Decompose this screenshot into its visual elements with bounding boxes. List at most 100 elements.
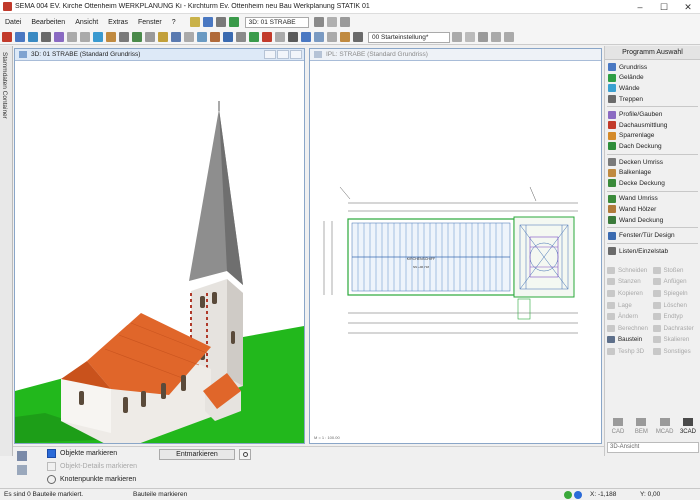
export-icon[interactable]	[196, 32, 207, 42]
program-dach-deckung[interactable]: Dach Deckung	[605, 141, 700, 152]
ruler-icon[interactable]	[118, 32, 129, 42]
stop-icon[interactable]	[261, 32, 272, 42]
cascade-icon[interactable]	[340, 17, 351, 27]
maximize-button[interactable]: ☐	[652, 0, 676, 14]
plan-window[interactable]: IPL: STRABE (Standard Grundriss) KIRCHEN…	[309, 48, 602, 444]
measure-icon[interactable]	[105, 32, 116, 42]
redo-icon[interactable]	[503, 32, 514, 42]
program-decke-deckung[interactable]: Decke Deckung	[605, 178, 700, 189]
menu-ansicht[interactable]: Ansicht	[70, 19, 103, 26]
copy-icon[interactable]	[464, 32, 475, 42]
tool-schneiden[interactable]: Schneiden	[607, 265, 653, 277]
program-wand-deckung[interactable]: Wand Deckung	[605, 215, 700, 226]
menu-datei[interactable]: Datei	[0, 19, 26, 26]
tool-skalieren[interactable]: Skalieren	[652, 334, 699, 346]
grid-icon[interactable]	[190, 17, 201, 27]
program-wand-hölzer[interactable]: Wand Hölzer	[605, 204, 700, 215]
stammdaten-label[interactable]: Stammdaten Container	[1, 52, 8, 119]
view3d-titlebar[interactable]: 3D: 01 STRABE (Standard Grundriss)	[15, 49, 304, 61]
eye-status-icon[interactable]	[574, 491, 582, 499]
menu-bearbeiten[interactable]: Bearbeiten	[26, 19, 70, 26]
print-icon[interactable]	[183, 32, 194, 42]
props-panel-icon[interactable]	[17, 465, 27, 475]
unmark-button[interactable]: Entmarkieren	[159, 449, 235, 460]
layers-icon[interactable]	[131, 32, 142, 42]
view-select[interactable]: 3D: 01 STRABE	[244, 16, 309, 28]
rotate-icon[interactable]	[14, 32, 25, 42]
view3d-window[interactable]: 3D: 01 STRABE (Standard Grundriss)	[14, 48, 305, 444]
program-fenster-tür-design[interactable]: Fenster/Tür Design	[605, 230, 700, 241]
tool-stanzen[interactable]: Stanzen	[607, 276, 653, 288]
filter-icon[interactable]	[235, 32, 246, 42]
camera-icon[interactable]	[170, 32, 181, 42]
tool-kopieren[interactable]: Kopieren	[607, 288, 653, 300]
program-balkenlage[interactable]: Balkenlage	[605, 167, 700, 178]
program-decken-umriss[interactable]: Decken Umriss	[605, 157, 700, 168]
view-icon[interactable]	[300, 32, 311, 42]
check-icon[interactable]	[248, 32, 259, 42]
tool-icon[interactable]	[287, 32, 298, 42]
orbit-icon[interactable]	[53, 32, 64, 42]
menu-fenster[interactable]: Fenster	[133, 19, 167, 26]
program-listen-einzelstab[interactable]: Listen/Einzelstab	[605, 246, 700, 257]
view-mode-field[interactable]: 3D-Ansicht	[607, 442, 699, 453]
start-setting-select[interactable]: 00 Starteinstellung*	[368, 31, 450, 43]
sheet-icon[interactable]	[326, 32, 337, 42]
plan-icon[interactable]	[313, 32, 324, 42]
arrow-icon[interactable]	[451, 32, 462, 42]
mode-cad[interactable]: CAD	[607, 418, 629, 440]
mode-bem[interactable]: BEM	[630, 418, 652, 440]
tool-anfügen[interactable]: Anfügen	[652, 276, 699, 288]
zoom-out-icon[interactable]	[79, 32, 90, 42]
pan-icon[interactable]	[40, 32, 51, 42]
tree-icon[interactable]	[229, 17, 240, 27]
program-dachausmittlung[interactable]: Dachausmittlung	[605, 120, 700, 131]
minimize-button[interactable]: –	[628, 0, 652, 14]
select-icon[interactable]	[1, 32, 12, 42]
tool-baustein[interactable]: Baustein	[607, 334, 653, 346]
tool-dachraster[interactable]: Dachraster	[652, 322, 699, 334]
program-sparrenlage[interactable]: Sparrenlage	[605, 131, 700, 142]
tool-spiegeln[interactable]: Spiegeln	[652, 288, 699, 300]
list-icon[interactable]	[352, 32, 363, 42]
tool-lage[interactable]: Lage	[607, 299, 653, 311]
layers-panel-icon[interactable]	[17, 451, 27, 461]
mode-mcad[interactable]: MCAD	[654, 418, 676, 440]
layer-icon[interactable]	[216, 17, 227, 27]
zoom-in-icon[interactable]	[66, 32, 77, 42]
mode-3cad[interactable]: 3CAD	[677, 418, 699, 440]
settings-icon[interactable]	[144, 32, 155, 42]
tool-löschen[interactable]: Löschen	[652, 299, 699, 311]
close-button[interactable]: ✕	[676, 0, 700, 14]
menu-extras[interactable]: Extras	[103, 19, 133, 26]
window-icon[interactable]	[314, 17, 325, 27]
tool-sonstiges[interactable]: Sonstiges	[652, 346, 699, 358]
tile-icon[interactable]	[327, 17, 338, 27]
tool-sto-en[interactable]: Stoßen	[652, 265, 699, 277]
view3d-close[interactable]	[290, 50, 302, 59]
zoom-icon[interactable]	[27, 32, 38, 42]
tool-berechnen[interactable]: Berechnen	[607, 322, 653, 334]
info-icon[interactable]	[274, 32, 285, 42]
program-wand-umriss[interactable]: Wand Umriss	[605, 194, 700, 205]
light-icon[interactable]	[157, 32, 168, 42]
menu-help[interactable]: ?	[167, 19, 181, 26]
mark-objects-option[interactable]: Objekte markieren	[47, 449, 117, 458]
view3d-minimize[interactable]	[264, 50, 276, 59]
paste-icon[interactable]	[477, 32, 488, 42]
program-wände[interactable]: Wände	[605, 83, 700, 94]
program-profile-gauben[interactable]: Profile/Gauben	[605, 109, 700, 120]
program-treppen[interactable]: Treppen	[605, 94, 700, 105]
mark-object-details-option[interactable]: Objekt-Details markieren	[47, 462, 137, 471]
find-button[interactable]	[239, 449, 251, 460]
undo-icon[interactable]	[490, 32, 501, 42]
program-grundriss[interactable]: Grundriss	[605, 62, 700, 73]
cursor-icon[interactable]	[203, 17, 214, 27]
mark-nodes-option[interactable]: Knotenpunkte markieren	[47, 475, 136, 484]
plan-titlebar[interactable]: IPL: STRABE (Standard Grundriss)	[310, 49, 601, 61]
pencil-icon[interactable]	[209, 32, 220, 42]
program-gelände[interactable]: Gelände	[605, 73, 700, 84]
church-3d-view[interactable]	[15, 61, 304, 443]
floor-plan-view[interactable]: KIRCHENSCHIFF NN +96.718 M = 1 : 100.00	[310, 61, 601, 443]
eye-icon[interactable]	[222, 32, 233, 42]
